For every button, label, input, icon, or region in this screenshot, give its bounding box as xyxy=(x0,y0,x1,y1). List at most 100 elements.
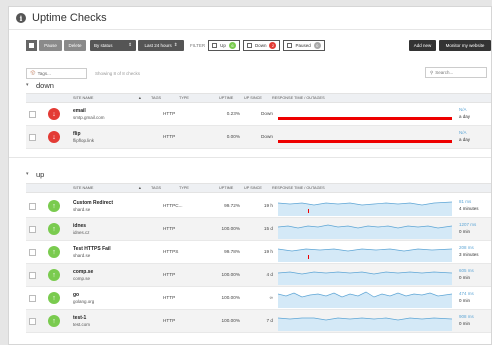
column-header-row: SITE NAME ▲ TAGS TYPE UPTIME UP SINCE RE… xyxy=(26,183,491,193)
table-row: ↓ email smtp.gmail.com HTTP 0.23% Down N/A a da… xyxy=(26,103,491,126)
check-type: HTTP xyxy=(163,318,176,323)
last-checked: 0 min xyxy=(459,275,471,280)
uptime-panel: i Uptime Checks Pause Delete By status ⇕… xyxy=(8,6,492,345)
uptime-value: 100.00% xyxy=(221,272,240,277)
outage-mark xyxy=(308,255,309,259)
uptime-value: 100.00% xyxy=(221,295,240,300)
filter-paused-button[interactable]: Paused 0 xyxy=(283,39,325,51)
up-since-value: Down xyxy=(261,111,273,116)
up-since-value: 7 d xyxy=(266,318,273,323)
site-name[interactable]: Custom Redirect xyxy=(73,200,113,206)
site-name[interactable]: Test HTTPS Fail xyxy=(73,246,111,252)
row-checkbox[interactable] xyxy=(29,249,36,256)
site-name[interactable]: comp.se xyxy=(73,269,93,275)
site-host: idnes.cz xyxy=(73,230,90,235)
response-time: 81 ms xyxy=(459,199,472,204)
search-input[interactable]: ⚲ Search... xyxy=(425,67,487,78)
table-row: ↑ test-1 test.com HTTP 100.00% 7 d 908 ms 0 min… xyxy=(26,310,491,333)
uptime-value: 99.72% xyxy=(224,203,240,208)
column-type: TYPE xyxy=(179,186,189,190)
panel-header: i Uptime Checks xyxy=(9,7,491,30)
sparkline-area xyxy=(278,318,452,331)
column-site-name[interactable]: SITE NAME xyxy=(73,96,93,100)
delete-button[interactable]: Delete xyxy=(64,39,86,51)
column-tags: TAGS xyxy=(151,186,162,190)
row-checkbox[interactable] xyxy=(29,226,36,233)
section-name-up: up xyxy=(36,169,45,179)
response-time-sparkline xyxy=(278,317,452,331)
filter-paused-checkbox xyxy=(287,42,293,48)
row-checkbox[interactable] xyxy=(29,295,36,302)
response-time-sparkline xyxy=(278,117,452,120)
monitor-website-button[interactable]: Monitor my website xyxy=(439,39,491,51)
uptime-value: 100.00% xyxy=(221,226,240,231)
site-name[interactable]: flip xyxy=(73,131,81,137)
sparkline-area xyxy=(278,249,452,262)
table-row: ↑ idnes idnes.cz HTTP 100.00% 15 d 1207 ms 0 mi… xyxy=(26,218,491,241)
check-type: HTTP xyxy=(163,134,176,139)
last-checked: 0 min xyxy=(459,321,471,326)
column-response: RESPONSE TIME / OUTAGES xyxy=(272,186,325,190)
site-name[interactable]: idnes xyxy=(73,223,86,229)
status-up-icon: ↑ xyxy=(48,223,60,235)
tags-input[interactable]: ⚾ Tags... xyxy=(26,67,87,79)
section-separator xyxy=(9,157,491,165)
filter-up-label: Up xyxy=(220,42,226,48)
status-up-icon: ↑ xyxy=(48,246,60,258)
filter-down-count: 2 xyxy=(269,41,277,49)
row-checkbox[interactable] xyxy=(29,272,36,279)
site-host: golang.org xyxy=(73,299,95,304)
site-host: flipflop.link xyxy=(73,138,95,143)
check-type: HTTPS xyxy=(163,249,179,254)
site-name[interactable]: test-1 xyxy=(73,315,86,321)
site-host: test.com xyxy=(73,322,91,327)
row-checkbox[interactable] xyxy=(29,318,36,325)
filter-up-button[interactable]: Up 6 xyxy=(208,39,240,51)
uptime-value: 0.23% xyxy=(226,111,240,116)
last-checked: 0 min xyxy=(459,298,471,303)
status-up-icon: ↑ xyxy=(48,200,60,212)
section-header-down[interactable]: ▾ down xyxy=(26,78,491,92)
response-time: N/A xyxy=(459,107,467,112)
row-checkbox[interactable] xyxy=(29,203,36,210)
info-icon: i xyxy=(16,13,26,23)
site-host: shard.se xyxy=(73,207,91,212)
response-time: N/A xyxy=(459,130,467,135)
outage-bar xyxy=(278,117,452,120)
site-name[interactable]: go xyxy=(73,292,79,298)
column-site-name[interactable]: SITE NAME xyxy=(73,186,93,190)
pause-button[interactable]: Pause xyxy=(39,39,62,51)
response-time-sparkline xyxy=(278,291,452,308)
filter-down-checkbox xyxy=(246,42,252,48)
response-time: 208 ms xyxy=(459,245,474,250)
response-time-sparkline xyxy=(278,140,452,143)
sparkline-area xyxy=(278,292,452,308)
last-checked: 4 minutes xyxy=(459,206,479,211)
add-new-button[interactable]: Add new xyxy=(409,39,436,51)
time-range-dropdown[interactable]: Last 24 hours ⇕ xyxy=(138,39,184,51)
filter-down-label: Down xyxy=(254,42,267,48)
column-uptime: UPTIME xyxy=(219,186,234,190)
by-status-dropdown[interactable]: By status ⇕ xyxy=(90,39,136,51)
column-up-since: UP SINCE xyxy=(244,186,262,190)
column-type: TYPE xyxy=(179,96,189,100)
filter-down-button[interactable]: Down 2 xyxy=(242,39,281,51)
row-checkbox[interactable] xyxy=(29,134,36,141)
search-icon: ⚲ xyxy=(430,69,434,75)
site-host: comp.se xyxy=(73,276,91,281)
collapse-chevron-icon: ▾ xyxy=(26,171,29,177)
filter-paused-label: Paused xyxy=(295,42,311,48)
check-type: HTTP xyxy=(163,226,176,231)
site-name[interactable]: email xyxy=(73,108,86,114)
filter-label: FILTER xyxy=(190,42,206,48)
section-header-up[interactable]: ▾ up xyxy=(26,167,491,181)
row-checkbox[interactable] xyxy=(29,111,36,118)
by-status-label: By status xyxy=(94,42,113,48)
status-down-icon: ↓ xyxy=(48,108,60,120)
filter-up-checkbox xyxy=(212,42,218,48)
filter-paused-count: 0 xyxy=(313,41,321,49)
time-range-label: Last 24 hours xyxy=(144,42,172,48)
up-since-value: ∞ xyxy=(269,295,273,300)
select-all-checkbox[interactable] xyxy=(26,39,37,51)
table-row: ↑ Custom Redirect shard.se HTTPC... 99.72% 19… xyxy=(26,195,491,218)
